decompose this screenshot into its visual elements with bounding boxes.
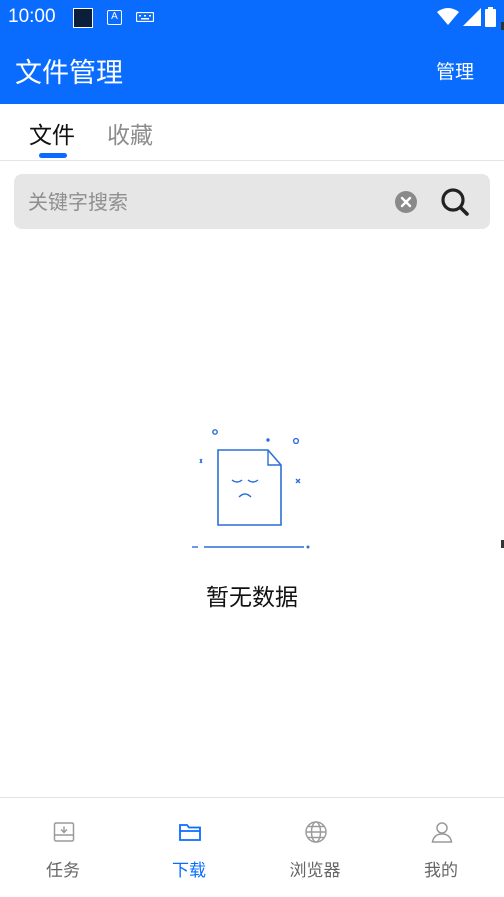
empty-document-illustration: [192, 429, 310, 549]
bottom-nav: 任务 下载 浏览器 我的: [0, 797, 504, 897]
notification-square-icon: [73, 8, 93, 28]
wifi-icon: [437, 8, 459, 25]
nav-item-profile[interactable]: 我的: [378, 798, 504, 897]
status-bar: 10:00 A: [0, 0, 504, 35]
nav-label-profile: 我的: [424, 861, 458, 881]
app-bar: 文件管理 管理: [0, 35, 504, 104]
tab-bar: 文件 收藏: [0, 104, 504, 161]
nav-label-downloads: 下载: [172, 861, 206, 881]
nav-item-tasks[interactable]: 任务: [0, 798, 126, 897]
clear-icon[interactable]: [394, 190, 418, 214]
folder-icon: [179, 824, 201, 841]
tab-indicator: [39, 153, 67, 158]
nav-item-downloads[interactable]: 下载: [126, 798, 252, 897]
status-time: 10:00: [8, 6, 56, 27]
nav-item-browser[interactable]: 浏览器: [252, 798, 378, 897]
page-title: 文件管理: [15, 58, 123, 89]
search-bar: [14, 174, 490, 229]
notification-a-icon: A: [107, 10, 122, 25]
nav-label-tasks: 任务: [46, 861, 80, 881]
user-icon: [431, 822, 453, 843]
manage-button[interactable]: 管理: [436, 57, 474, 84]
keyboard-icon: [136, 12, 154, 22]
tab-favorites[interactable]: 收藏: [107, 116, 153, 150]
globe-icon: [305, 821, 327, 843]
nav-label-browser: 浏览器: [289, 861, 341, 881]
empty-state-message: 暂无数据: [206, 585, 298, 611]
download-tray-icon: [53, 822, 75, 842]
search-icon[interactable]: [439, 186, 471, 218]
signal-icon: [463, 8, 481, 26]
battery-icon: [485, 7, 496, 27]
tab-files[interactable]: 文件: [29, 116, 75, 150]
search-input[interactable]: [28, 188, 388, 216]
